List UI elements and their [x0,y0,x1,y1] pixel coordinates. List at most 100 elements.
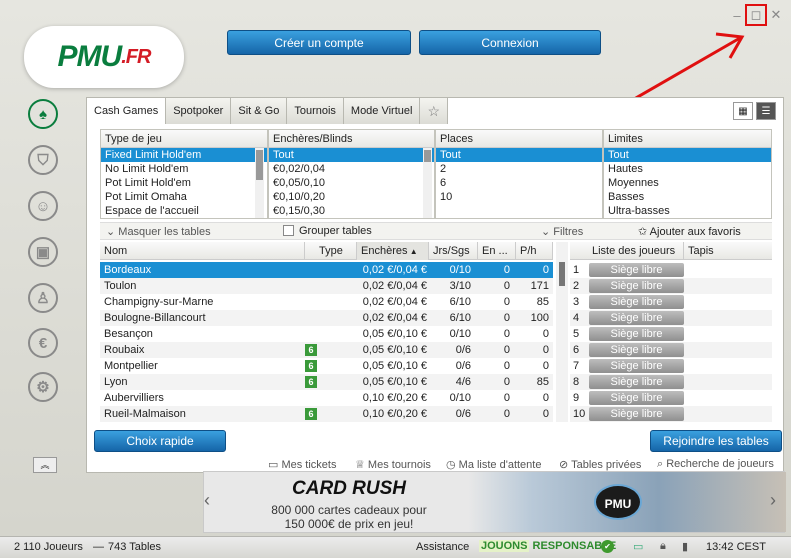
banner-pmu-chip: PMU [594,484,642,520]
table-row[interactable]: Aubervilliers 0,10 €/0,20 € 0/10 0 0 [100,390,553,406]
user-icon[interactable]: ♙ [28,283,58,313]
euro-icon[interactable]: € [28,328,58,358]
cell-players: 0/10 [449,264,471,276]
filter-option[interactable]: €0,15/0,30 [269,204,434,218]
filter-option[interactable]: Tout [436,148,602,162]
filter-option[interactable]: 6 [436,176,602,190]
cell-waiting: 0 [503,280,510,292]
join-tables-button[interactable]: Rejoindre les tables [650,430,782,452]
banner-prev-icon[interactable]: ‹ [204,490,210,511]
filter-option[interactable]: Tout [269,148,434,162]
grid-view-icon[interactable]: ▦ [733,102,753,120]
filter-option[interactable]: Hautes [604,162,771,176]
favorites-star-icon[interactable]: ☆ [419,97,449,124]
free-seat-button[interactable]: Siège libre [589,359,684,373]
filter-option[interactable]: €0,05/0,10 [269,176,434,190]
tab-tournois[interactable]: Tournois [286,97,344,124]
tab-sit-go[interactable]: Sit & Go [230,97,288,124]
col-type[interactable]: Type [305,242,357,260]
col-stakes[interactable]: Enchères ▲ [357,242,429,260]
filter-option[interactable]: Pot Limit Omaha [101,190,267,204]
table-header: Nom Type Enchères ▲ Jrs/Sgs En ... P/h [100,242,553,260]
table-row[interactable]: Toulon 0,02 €/0,04 € 3/10 0 171 [100,278,553,294]
assistance-link[interactable]: Assistance [416,541,469,553]
minimize-icon[interactable]: – [729,7,745,23]
table-row[interactable]: Bordeaux 0,02 €/0,04 € 0/10 0 0 [100,262,553,278]
filter-option[interactable]: Espace de l'accueil [101,204,267,218]
free-seat-button[interactable]: Siège libre [589,343,684,357]
banner-line1: 800 000 cartes cadeaux pour [271,503,427,517]
filter-option[interactable]: 2 [436,162,602,176]
table-row[interactable]: Montpellier 0,05 €/0,10 € 0/6 0 0 6 [100,358,553,374]
shield-icon[interactable]: ⛉ [28,145,58,175]
filter-option[interactable]: No Limit Hold'em [101,162,267,176]
table-row[interactable]: Lyon 0,05 €/0,10 € 4/6 0 85 6 [100,374,553,390]
cell-waiting: 0 [503,328,510,340]
private-tables-link[interactable]: ⊘ Tables privées [559,458,641,471]
col-players[interactable]: Jrs/Sgs [429,242,478,260]
cell-players: 0/6 [455,360,471,372]
col-mats[interactable]: Tapis [684,242,772,260]
free-seat-button[interactable]: Siège libre [589,311,684,325]
cell-players: 0/10 [449,328,471,340]
filter-option[interactable]: 10 [436,190,602,204]
col-waiting[interactable]: En ... [478,242,516,260]
group-tables-checkbox[interactable] [283,225,294,236]
tab-mode-virtuel[interactable]: Mode Virtuel [342,97,421,124]
table-scrollbar[interactable] [556,242,568,422]
filter-option[interactable]: €0,02/0,04 [269,162,434,176]
waiting-list-link[interactable]: ◷ Ma liste d'attente [446,458,541,471]
free-seat-button[interactable]: Siège libre [589,295,684,309]
close-icon[interactable]: ✕ [768,7,784,23]
filter-option[interactable]: €0,10/0,20 [269,190,434,204]
maximize-icon[interactable]: ◻ [748,7,764,23]
login-button[interactable]: Connexion [419,30,601,55]
my-tickets-link[interactable]: ▭ Mes tickets [268,458,336,471]
filter-header: Type de jeu [101,130,267,148]
cell-stakes: 0,02 €/0,04 € [362,312,427,324]
clock-icon: ◷ [446,459,459,471]
wrench-icon[interactable]: ⚙ [28,372,58,402]
free-seat-button[interactable]: Siège libre [589,279,684,293]
player-search-link[interactable]: ⌕ Recherche de joueurs [657,458,774,471]
scrollbar[interactable] [423,148,432,218]
my-tournaments-link[interactable]: ♕ Mes tournois [355,458,431,471]
free-seat-button[interactable]: Siège libre [589,407,684,421]
col-per-hour[interactable]: P/h [516,242,553,260]
banner-next-icon[interactable]: › [770,490,776,511]
table-row[interactable]: Boulogne-Billancourt 0,02 €/0,04 € 6/10 0 10… [100,310,553,326]
responsible-gaming-logo[interactable]: JOUONS RESPONSABLE [479,540,616,552]
free-seat-button[interactable]: Siège libre [589,263,684,277]
col-name[interactable]: Nom [100,242,305,260]
spade-icon[interactable]: ♠ [28,99,58,129]
add-favorites-button[interactable]: ✩ Ajouter aux favoris [638,225,741,238]
group-icon[interactable]: ☺ [28,191,58,221]
free-seat-button[interactable]: Siège libre [589,375,684,389]
hide-tables-button[interactable]: ⌄ Masquer les tables [106,225,211,238]
tab-cash-games[interactable]: Cash Games [86,97,167,124]
filter-option[interactable]: Moyennes [604,176,771,190]
scrollbar[interactable] [255,148,264,218]
filter-option[interactable]: Fixed Limit Hold'em [101,148,267,162]
col-seat[interactable]: Liste des joueurs [588,242,684,260]
create-account-button[interactable]: Créer un compte [227,30,411,55]
filter-option[interactable]: Tout [604,148,771,162]
list-view-icon[interactable]: ☰ [756,102,776,120]
free-seat-button[interactable]: Siège libre [589,327,684,341]
tab-spotpoker[interactable]: Spotpoker [165,97,232,124]
status-bar: 2 110 Joueurs — 743 Tables Assistance JO… [0,536,791,558]
filters-button[interactable]: ⌄ Filtres [541,225,583,238]
table-row[interactable]: Champigny-sur-Marne 0,02 €/0,04 € 6/10 0 85 [100,294,553,310]
filter-option[interactable]: Ultra-basses [604,204,771,218]
promo-banner[interactable]: CARD RUSH 800 000 cartes cadeaux pour 15… [203,471,786,533]
quick-choice-button[interactable]: Choix rapide [94,430,226,452]
free-seat-button[interactable]: Siège libre [589,391,684,405]
table-row[interactable]: Besançon 0,05 €/0,10 € 0/10 0 0 [100,326,553,342]
filter-option[interactable]: Pot Limit Hold'em [101,176,267,190]
table-row[interactable]: Roubaix 0,05 €/0,10 € 0/6 0 0 6 [100,342,553,358]
table-row[interactable]: Rueil-Malmaison 0,10 €/0,20 € 0/6 0 0 6 [100,406,553,422]
filter-option[interactable]: Basses [604,190,771,204]
seat-row: 2 Siège libre [570,278,772,294]
gift-icon[interactable]: ▣ [28,237,58,267]
collapse-up-icon[interactable]: ︽ [33,457,57,473]
